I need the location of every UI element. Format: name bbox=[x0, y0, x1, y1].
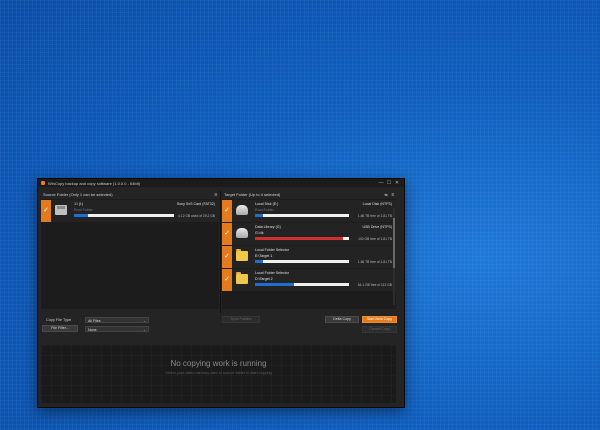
close-button[interactable]: ✕ bbox=[393, 179, 401, 187]
target-scrollbar[interactable] bbox=[393, 208, 395, 305]
target-list: ✓ Local Disk (E:) Local Disk (NTFS) Root… bbox=[222, 199, 396, 309]
target-usage-bar bbox=[255, 214, 349, 217]
target-header-title: Target Folder (Up to 4 selected) bbox=[224, 192, 281, 197]
target-item-device: USB Drive (NTFS) bbox=[362, 225, 392, 229]
target-item[interactable]: ✓ Local Folder Selector E:\Target 1 1.66… bbox=[222, 246, 396, 268]
sync-folders-button[interactable]: Sync Folders bbox=[222, 316, 260, 323]
checkmark-icon[interactable]: ✓ bbox=[222, 223, 232, 245]
target-item-path: D:\Target 2 bbox=[255, 277, 273, 281]
panel-divider bbox=[220, 191, 221, 313]
target-usage-fill bbox=[255, 237, 344, 240]
copy-file-type-value: All Files bbox=[88, 319, 101, 323]
folder-icon bbox=[236, 249, 248, 261]
folder-icon bbox=[236, 272, 248, 284]
target-usage-bar bbox=[255, 283, 349, 286]
target-usage-fill bbox=[255, 283, 295, 286]
window-title: WinCopy backup and copy software (1.0.0.… bbox=[48, 180, 141, 186]
chevron-down-icon: ⌄ bbox=[142, 319, 146, 323]
target-item-free: 1.66 TB free of 1.81 TB bbox=[357, 259, 392, 264]
target-item[interactable]: ✓ Data Library (G) USB Drive (NTFS) G:\4… bbox=[222, 223, 396, 245]
target-header: Target Folder (Up to 4 selected) ⇆ ≡ bbox=[222, 190, 396, 199]
file-filter-value: None bbox=[88, 328, 97, 332]
target-item[interactable]: ✓ Local Disk (E:) Local Disk (NTFS) Root… bbox=[222, 200, 396, 222]
target-menu-icon[interactable]: ≡ bbox=[390, 192, 396, 198]
minimize-button[interactable]: — bbox=[377, 179, 385, 187]
copy-file-type-label: Copy File Type bbox=[46, 318, 72, 322]
target-usage-bar bbox=[255, 237, 349, 240]
start-new-copy-button[interactable]: Start New Copy bbox=[362, 316, 397, 323]
file-filter-button[interactable]: File Filter... bbox=[42, 325, 78, 332]
source-item-name: J:\ (I:) bbox=[74, 202, 84, 206]
target-item[interactable]: ✓ Local Folder Selector D:\Target 2 64.1… bbox=[222, 269, 396, 291]
copy-file-type-select[interactable]: All Files ⌄ bbox=[85, 317, 149, 323]
copy-status-area: No copying work is running Select your v… bbox=[41, 345, 396, 403]
file-filter-select[interactable]: None ⌄ bbox=[85, 326, 149, 332]
sd-card-icon bbox=[55, 205, 67, 215]
source-item-path: Root Folder bbox=[74, 208, 93, 212]
app-window: WinCopy backup and copy software (1.0.0.… bbox=[37, 178, 405, 408]
target-item-path: Root Folder bbox=[255, 208, 274, 212]
source-header: Source Folder (Only 1 can be selected) ≡ bbox=[41, 190, 219, 199]
target-item-name: Local Folder Selector bbox=[255, 271, 289, 275]
usb-icon[interactable]: ⇆ bbox=[382, 192, 390, 197]
target-item-device: Local Disk (NTFS) bbox=[362, 202, 392, 206]
checkmark-icon[interactable]: ✓ bbox=[222, 269, 232, 291]
checkmark-icon[interactable]: ✓ bbox=[222, 200, 232, 222]
app-icon bbox=[41, 181, 45, 185]
target-usage-bar bbox=[255, 260, 349, 263]
source-list: ✓ J:\ (I:) Sony SxS Card (FAT32) Root Fo… bbox=[41, 199, 219, 309]
source-header-title: Source Folder (Only 1 can be selected) bbox=[43, 192, 113, 197]
scrollbar-thumb[interactable] bbox=[393, 218, 395, 268]
chevron-down-icon: ⌄ bbox=[142, 328, 146, 332]
target-item-free: 1.66 TB free of 1.81 TB bbox=[357, 213, 392, 218]
target-item-path: E:\Target 1 bbox=[255, 254, 273, 258]
source-usage-bar bbox=[74, 214, 174, 217]
delta-copy-button[interactable]: Delta Copy bbox=[325, 316, 359, 323]
drive-icon bbox=[236, 205, 248, 215]
checkmark-icon[interactable]: ✓ bbox=[222, 246, 232, 268]
source-item[interactable]: ✓ J:\ (I:) Sony SxS Card (FAT32) Root Fo… bbox=[41, 200, 219, 222]
checkmark-icon[interactable]: ✓ bbox=[41, 200, 51, 222]
drive-icon bbox=[236, 228, 248, 238]
copy-status-title: No copying work is running bbox=[170, 359, 267, 368]
target-item-name: Local Folder Selector bbox=[255, 248, 289, 252]
target-item-name: Local Disk (E:) bbox=[255, 202, 279, 206]
target-usage-fill bbox=[255, 260, 263, 263]
maximize-button[interactable]: ☐ bbox=[385, 179, 393, 187]
copy-status-subtitle: Select your video memory card or source … bbox=[165, 371, 272, 375]
title-bar[interactable]: WinCopy backup and copy software (1.0.0.… bbox=[38, 179, 404, 187]
source-item-used: 4.12 GB used of 29.2 GB bbox=[178, 213, 215, 218]
source-menu-icon[interactable]: ≡ bbox=[213, 192, 219, 198]
cancel-copy-button[interactable]: Cancel Copy bbox=[362, 326, 397, 333]
target-item-path: G:\4k bbox=[255, 231, 264, 235]
target-item-free: 64.1 GB free of 112 GB bbox=[357, 282, 392, 287]
target-item-free: 100 GB free of 1.81 TB bbox=[358, 236, 392, 241]
target-item-name: Data Library (G) bbox=[255, 225, 281, 229]
source-item-device: Sony SxS Card (FAT32) bbox=[176, 202, 215, 206]
source-usage-fill bbox=[74, 214, 88, 217]
target-usage-fill bbox=[255, 214, 263, 217]
